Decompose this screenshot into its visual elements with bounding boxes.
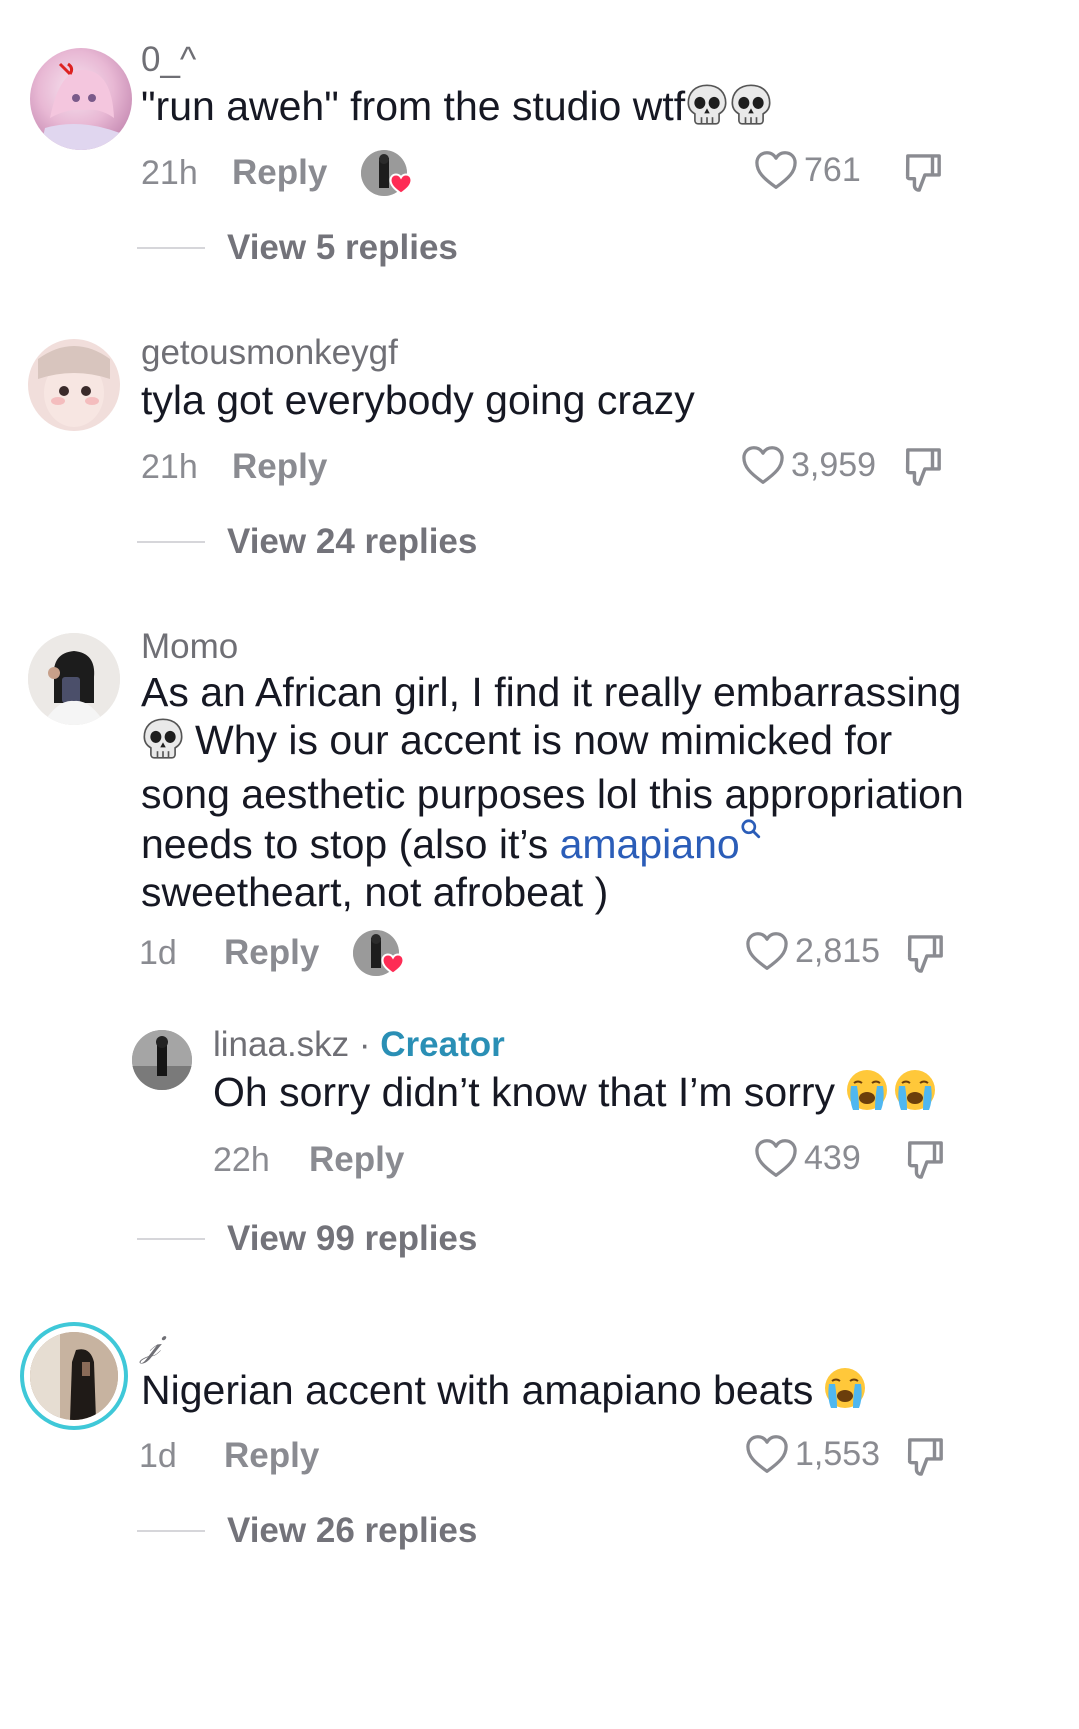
like-count: 3,959 bbox=[791, 445, 877, 484]
reply-time: 22h bbox=[213, 1141, 270, 1179]
loudly-crying-emoji bbox=[893, 1068, 937, 1125]
reply-username-text: linaa.skz bbox=[213, 1025, 350, 1064]
comment-text-line: needs to stop (also it’s amapiano bbox=[141, 818, 1061, 868]
comment-username[interactable]: 𝒿 bbox=[141, 1325, 160, 1365]
like-button[interactable]: 761 bbox=[754, 150, 861, 190]
heart-outline-icon bbox=[754, 1138, 798, 1178]
creator-liked-indicator bbox=[361, 150, 407, 196]
creator-badge: Creator bbox=[380, 1025, 505, 1064]
view-replies-label: View 5 replies bbox=[227, 228, 458, 267]
avatar-image bbox=[132, 1030, 192, 1090]
reply-button[interactable]: Reply bbox=[309, 1140, 404, 1180]
separator: · bbox=[349, 1025, 381, 1064]
divider-line bbox=[137, 247, 205, 249]
avatar-image bbox=[40, 62, 120, 150]
comment-time: 1d bbox=[139, 1437, 177, 1475]
avatar-image bbox=[30, 1332, 118, 1420]
comment-text-content: Nigerian accent with amapiano beats bbox=[141, 1367, 814, 1413]
comment-username[interactable]: 0_^ bbox=[141, 40, 196, 80]
search-link[interactable]: amapiano bbox=[560, 821, 762, 867]
like-button[interactable]: 439 bbox=[754, 1138, 861, 1178]
skull-emoji bbox=[141, 716, 185, 770]
comment-text-segment: needs to stop (also it’s bbox=[141, 821, 560, 867]
comment-text-line: sweetheart, not afrobeat ) bbox=[141, 869, 609, 915]
reply-button[interactable]: Reply bbox=[232, 153, 327, 193]
thumbs-down-icon[interactable] bbox=[904, 152, 942, 199]
avatar-story-ring[interactable] bbox=[20, 1322, 128, 1430]
divider-line bbox=[137, 1238, 205, 1240]
heart-outline-icon bbox=[754, 150, 798, 190]
skull-emoji bbox=[729, 82, 773, 139]
reply-button[interactable]: Reply bbox=[232, 447, 327, 487]
comment-text: "run aweh" from the studio wtf bbox=[141, 80, 773, 139]
reply-button[interactable]: Reply bbox=[224, 933, 319, 973]
view-replies-label: View 99 replies bbox=[227, 1219, 478, 1258]
search-icon bbox=[740, 818, 762, 840]
search-link-label: amapiano bbox=[559, 821, 740, 867]
comment-text: As an African girl, I find it really emb… bbox=[141, 668, 1061, 916]
like-count: 1,553 bbox=[795, 1434, 881, 1473]
comment-text-line: Why is our accent is now mimicked for bbox=[141, 716, 1061, 770]
like-count: 2,815 bbox=[795, 931, 881, 970]
reply-text-content: Oh sorry didn’t know that I’m sorry bbox=[213, 1069, 836, 1115]
comment-text-segment: Why is our accent is now mimicked for bbox=[195, 717, 893, 763]
reply-button[interactable]: Reply bbox=[224, 1436, 319, 1476]
thumbs-down-icon[interactable] bbox=[906, 1139, 944, 1186]
avatar[interactable] bbox=[132, 1030, 192, 1090]
skull-emoji bbox=[685, 82, 729, 139]
reply-text: Oh sorry didn’t know that I’m sorry bbox=[213, 1066, 937, 1125]
comment-text-line: As an African girl, I find it really emb… bbox=[141, 669, 962, 715]
avatar bbox=[30, 1332, 118, 1420]
loudly-crying-emoji bbox=[823, 1366, 867, 1423]
divider-line bbox=[137, 1530, 205, 1532]
heart-outline-icon bbox=[745, 1434, 789, 1474]
like-count: 761 bbox=[804, 150, 861, 189]
heart-outline-icon bbox=[745, 931, 789, 971]
avatar[interactable] bbox=[28, 339, 120, 431]
comment-text-content: "run aweh" from the studio wtf bbox=[141, 83, 686, 129]
reply-username[interactable]: linaa.skz · Creator bbox=[213, 1025, 505, 1065]
like-button[interactable]: 2,815 bbox=[745, 931, 880, 971]
like-button[interactable]: 3,959 bbox=[741, 445, 876, 485]
avatar[interactable] bbox=[28, 633, 120, 725]
view-replies-label: View 26 replies bbox=[227, 1511, 478, 1550]
comment-time: 21h bbox=[141, 154, 198, 192]
comment-text-line: song aesthetic purposes lol this appropr… bbox=[141, 771, 964, 817]
comment-time: 21h bbox=[141, 448, 198, 486]
thumbs-down-icon[interactable] bbox=[904, 446, 942, 493]
creator-liked-indicator bbox=[353, 930, 399, 976]
loudly-crying-emoji bbox=[845, 1068, 889, 1125]
heart-outline-icon bbox=[741, 445, 785, 485]
view-replies-button[interactable]: View 26 replies bbox=[137, 1511, 477, 1551]
comment-username[interactable]: Momo bbox=[141, 627, 238, 667]
thumbs-down-icon[interactable] bbox=[906, 1436, 944, 1483]
comment-username[interactable]: getousmonkeygf bbox=[141, 333, 398, 373]
comment-text: Nigerian accent with amapiano beats bbox=[141, 1364, 867, 1423]
comment-text: tyla got everybody going crazy bbox=[141, 377, 695, 423]
view-replies-button[interactable]: View 24 replies bbox=[137, 522, 477, 562]
avatar[interactable] bbox=[30, 48, 132, 150]
like-button[interactable]: 1,553 bbox=[745, 1434, 880, 1474]
view-replies-label: View 24 replies bbox=[227, 522, 478, 561]
view-replies-button[interactable]: View 99 replies bbox=[137, 1219, 477, 1259]
heart-icon bbox=[389, 173, 413, 200]
view-replies-button[interactable]: View 5 replies bbox=[137, 228, 458, 268]
avatar-image bbox=[28, 633, 120, 725]
comment-time: 1d bbox=[139, 934, 177, 972]
heart-icon bbox=[381, 953, 405, 980]
avatar-image bbox=[38, 346, 110, 427]
like-count: 439 bbox=[804, 1138, 861, 1177]
divider-line bbox=[137, 541, 205, 543]
thumbs-down-icon[interactable] bbox=[906, 933, 944, 980]
